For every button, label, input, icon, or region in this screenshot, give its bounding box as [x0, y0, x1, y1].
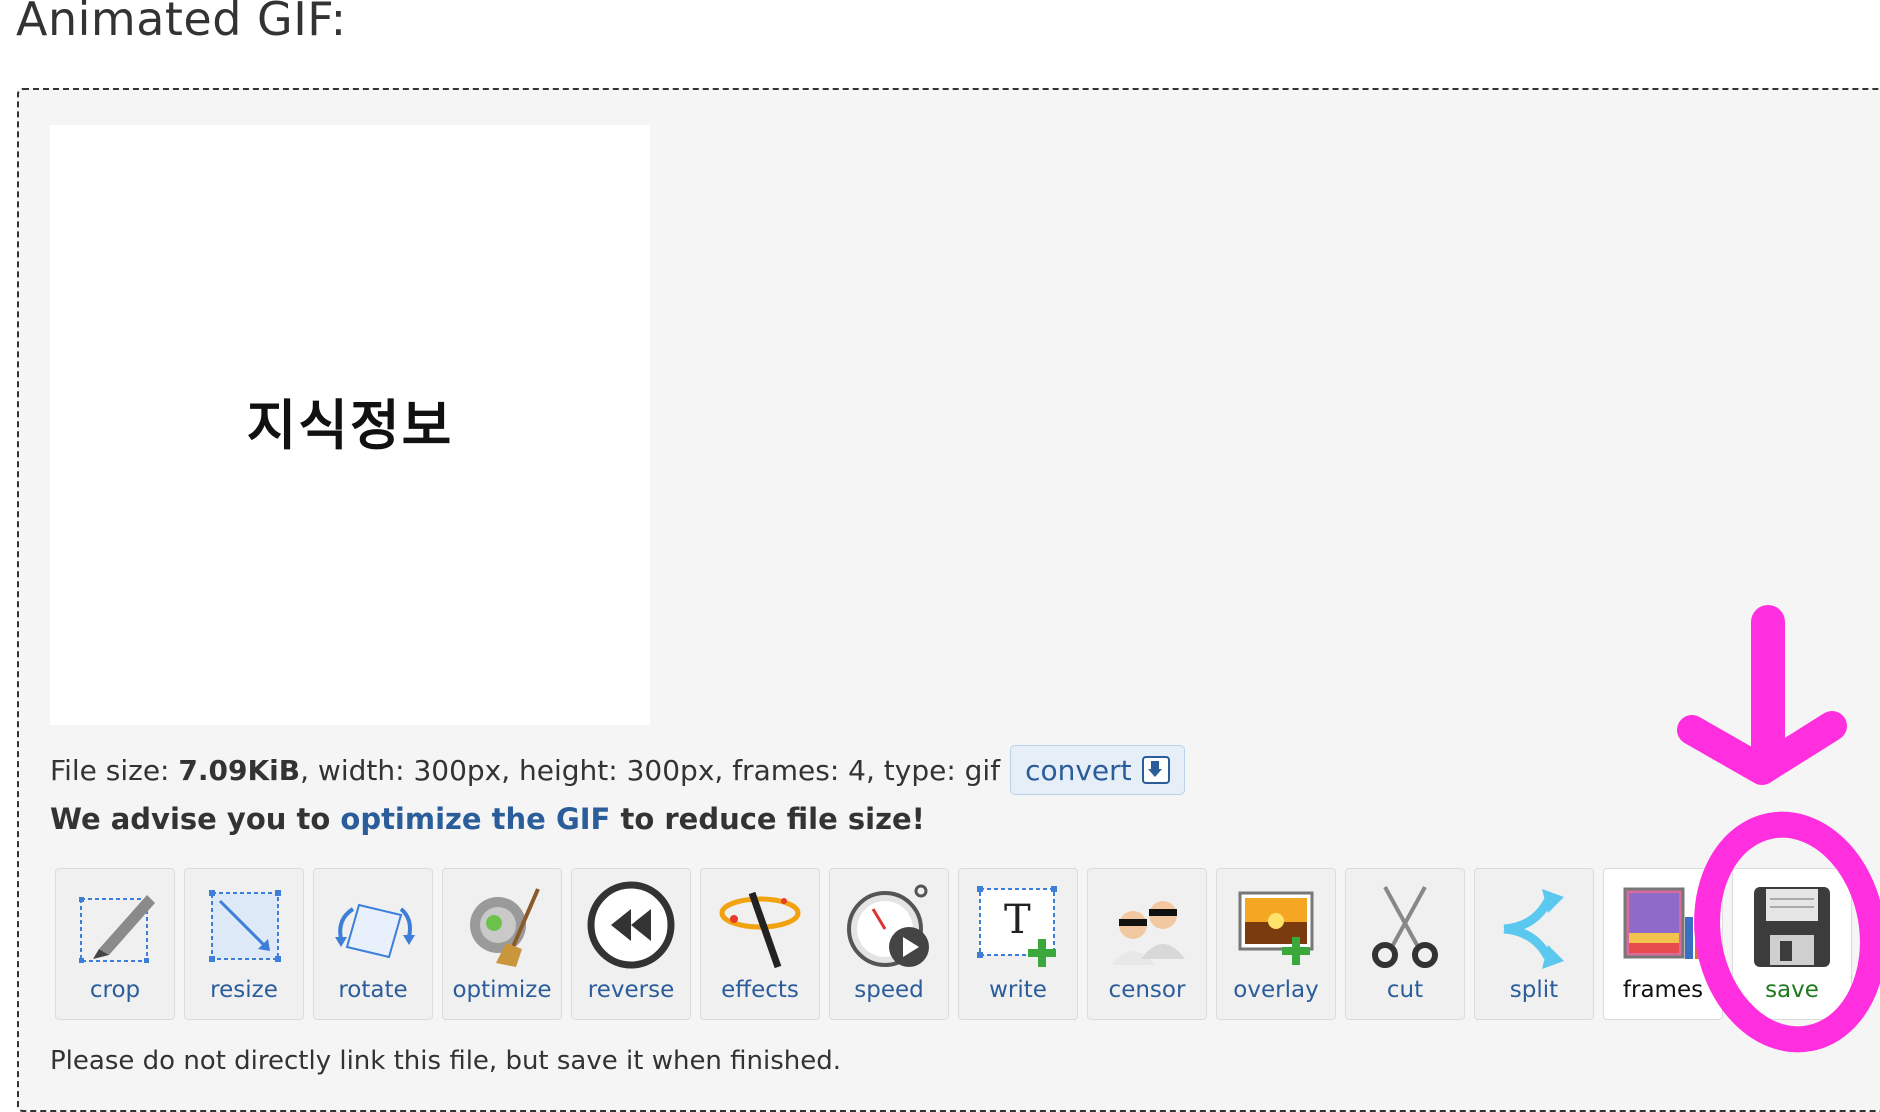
tool-frames-label: frames — [1622, 977, 1704, 1003]
effects-icon — [719, 891, 801, 969]
tool-split[interactable]: split — [1474, 868, 1594, 1020]
tool-overlay-label: overlay — [1233, 977, 1319, 1003]
tool-overlay[interactable]: overlay — [1216, 868, 1336, 1020]
optimize-icon — [470, 888, 540, 967]
frames-icon — [1623, 887, 1703, 959]
tool-write-label: write — [989, 977, 1047, 1003]
tool-reverse[interactable]: reverse — [571, 868, 691, 1020]
page-heading: Animated GIF: — [16, 0, 347, 46]
file-size-value: 7.09KiB — [178, 753, 301, 787]
file-dimensions: , width: 300px, height: 300px, frames: 4… — [300, 753, 1001, 787]
tool-cut-label: cut — [1386, 977, 1424, 1003]
tool-speed-label: speed — [854, 977, 924, 1003]
tool-effects-label: effects — [721, 977, 799, 1003]
file-size-label: File size: — [50, 753, 170, 787]
tool-rotate-label: rotate — [338, 977, 408, 1003]
tool-crop-label: crop — [89, 977, 141, 1003]
tool-censor-label: censor — [1108, 977, 1186, 1003]
write-icon: T — [977, 886, 1057, 967]
tool-reverse-label: reverse — [587, 977, 675, 1003]
tool-censor[interactable]: censor — [1087, 868, 1207, 1020]
advise-text: We advise you to optimize the GIF to red… — [50, 802, 925, 836]
tool-bar: crop resize rotate optimize reverse effe… — [55, 868, 1852, 1020]
tool-optimize[interactable]: optimize — [442, 868, 562, 1020]
overlay-icon — [1238, 891, 1314, 965]
reverse-icon — [587, 881, 675, 969]
download-icon — [1141, 756, 1170, 784]
preview-text: 지식정보 — [246, 393, 454, 457]
floppy-disk-icon — [1754, 887, 1830, 967]
split-icon — [1503, 889, 1564, 969]
tool-frames[interactable]: frames — [1603, 868, 1723, 1020]
convert-label: convert — [1025, 753, 1132, 787]
tool-save-label: save — [1765, 977, 1819, 1003]
tool-rotate[interactable]: rotate — [313, 868, 433, 1020]
tool-resize[interactable]: resize — [184, 868, 304, 1020]
tool-split-label: split — [1509, 977, 1559, 1003]
speed-icon — [847, 884, 929, 967]
advise-prefix: We advise you to — [50, 802, 331, 836]
tool-speed[interactable]: speed — [829, 868, 949, 1020]
tool-crop[interactable]: crop — [55, 868, 175, 1020]
footer-note: Please do not directly link this file, b… — [50, 1046, 842, 1076]
tool-resize-label: resize — [210, 977, 278, 1003]
advise-suffix: to reduce file size! — [620, 802, 925, 836]
tool-optimize-label: optimize — [452, 977, 552, 1003]
tool-cut[interactable]: cut — [1345, 868, 1465, 1020]
censor-icon — [1111, 901, 1185, 965]
tool-write[interactable]: T write — [958, 868, 1078, 1020]
tool-effects[interactable]: effects — [700, 868, 820, 1020]
convert-button[interactable]: convert — [1010, 745, 1185, 795]
rotate-icon — [335, 903, 415, 959]
scissors-icon — [1372, 886, 1438, 968]
gif-preview: 지식정보 — [50, 125, 650, 725]
svg-text:T: T — [1004, 897, 1031, 943]
file-info: File size: 7.09KiB, width: 300px, height… — [50, 745, 1185, 795]
optimize-link[interactable]: optimize the GIF — [340, 802, 610, 836]
crop-icon — [79, 895, 155, 963]
tool-save[interactable]: save — [1732, 868, 1852, 1020]
resize-icon — [209, 890, 281, 962]
